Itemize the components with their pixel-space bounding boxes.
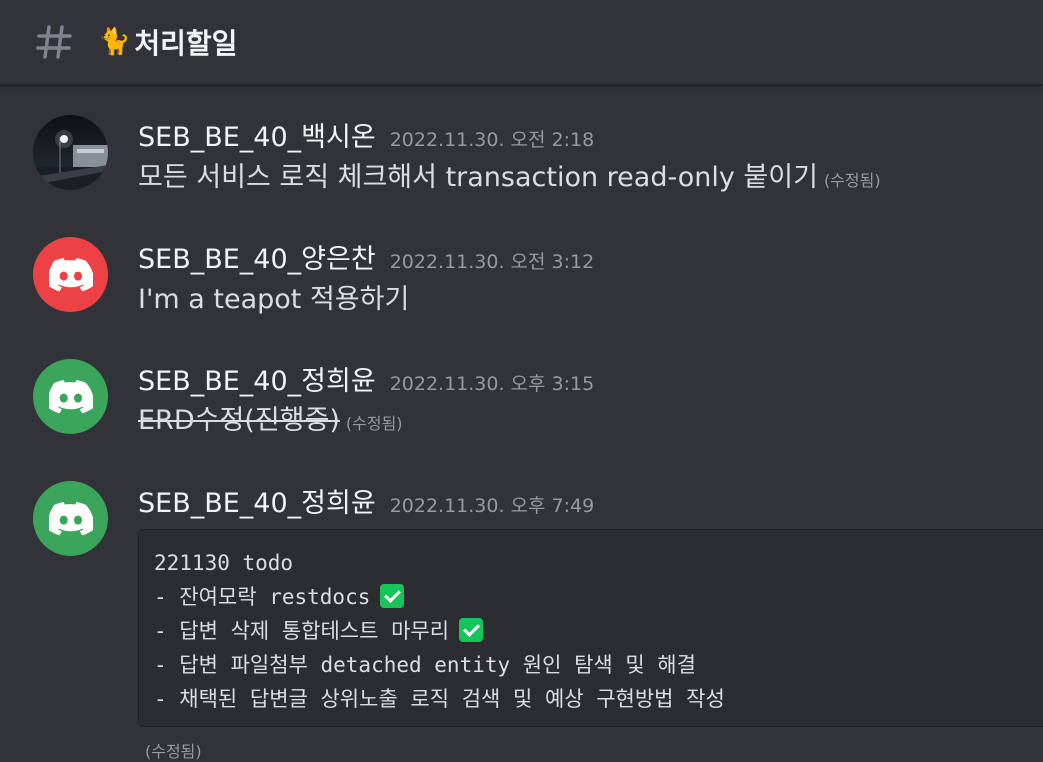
- channel-name: 처리할일: [134, 27, 238, 60]
- code-line: 221130 todo: [154, 551, 294, 575]
- timestamp[interactable]: 2022.11.30. 오전 3:12: [390, 247, 595, 274]
- hash-icon: [34, 22, 74, 62]
- username[interactable]: SEB_BE_40_백시온: [138, 115, 376, 154]
- username[interactable]: SEB_BE_40_정희윤: [138, 359, 376, 398]
- edited-label: (수정됨): [345, 414, 403, 433]
- timestamp[interactable]: 2022.11.30. 오후 7:49: [390, 491, 595, 518]
- username[interactable]: SEB_BE_40_정희윤: [138, 481, 376, 520]
- discord-logo-icon: [48, 501, 93, 535]
- channel-header: 🐈 처리할일: [0, 0, 1043, 85]
- check-mark-icon: [380, 584, 405, 608]
- edited-label: (수정됨): [145, 742, 202, 761]
- code-line: - 답변 삭제 통합테스트 마무리: [154, 614, 1043, 648]
- username[interactable]: SEB_BE_40_양은찬: [138, 237, 376, 276]
- check-mark-icon: [459, 618, 484, 642]
- message-content: ERD수정(진행중) (수정됨): [138, 398, 403, 437]
- message-content: I'm a teapot 적용하기: [138, 277, 409, 316]
- code-line: - 채택된 답변글 상위노출 로직 검색 및 예상 구현방법 작성: [154, 687, 725, 711]
- code-line: - 잔여모락 restdocs: [154, 580, 1043, 614]
- code-line: - 답변 파일첨부 detached entity 원인 탐색 및 해결: [154, 653, 696, 677]
- avatar[interactable]: [33, 359, 108, 434]
- message-text: I'm a teapot 적용하기: [138, 284, 410, 315]
- discord-logo-icon: [48, 379, 93, 413]
- message-content: 모든 서비스 로직 체크해서 transaction read-only 붙이기…: [138, 155, 881, 194]
- code-block[interactable]: 221130 todo - 잔여모락 restdocs - 답변 삭제 통합테스…: [138, 529, 1043, 727]
- avatar[interactable]: [33, 237, 108, 312]
- timestamp[interactable]: 2022.11.30. 오후 3:15: [390, 369, 595, 396]
- timestamp[interactable]: 2022.11.30. 오전 2:18: [390, 125, 595, 152]
- message-text-strikethrough: ERD수정(진행중): [138, 405, 340, 436]
- avatar[interactable]: [33, 481, 108, 556]
- cat-emoji-icon: 🐈: [98, 27, 131, 57]
- discord-logo-icon: [48, 257, 93, 291]
- edited-label: (수정됨): [823, 171, 881, 190]
- message-text: 모든 서비스 로직 체크해서 transaction read-only 붙이기: [138, 162, 818, 193]
- avatar[interactable]: [33, 115, 108, 190]
